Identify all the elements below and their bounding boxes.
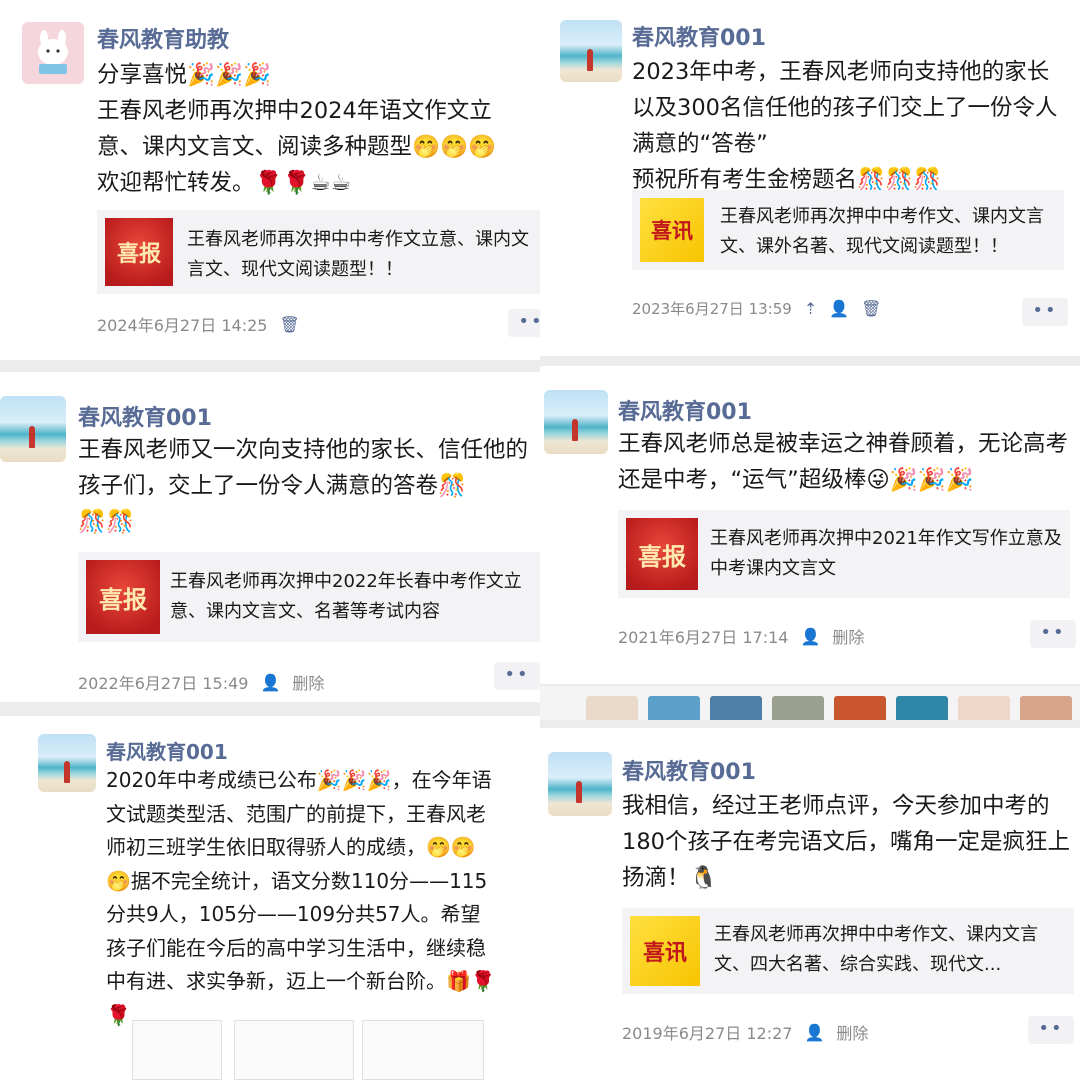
delete-icon[interactable]: 🗑 <box>861 299 881 318</box>
avatar[interactable] <box>544 390 608 454</box>
delete-link[interactable]: 删除 <box>832 624 864 648</box>
delete-icon[interactable]: 🗑 <box>279 315 299 334</box>
link-thumbnail: 喜讯 <box>640 198 704 262</box>
moment-post-2023: 春风教育001 2023年中考，王春风老师向支持他的家长以及300名信任他的孩子… <box>540 0 1080 356</box>
link-title: 王春风老师再次押中中考作文、课内文言文、四大名著、综合实践、现代文... <box>714 924 1038 975</box>
moment-post-2024: 春风教育助教 分享喜悦🎉🎉🎉 王春风老师再次押中2024年语文作文立意、课内文言… <box>0 0 540 360</box>
post-meta: 2019年6月27日 12:27 👤 删除 <box>622 1020 868 1044</box>
moment-post-2020: 春风教育001 2020年中考成绩已公布🎉🎉🎉，在今年语文试题类型活、范围广的前… <box>0 716 540 1080</box>
post-meta: 2023年6月27日 13:59 ⇡ 👤 🗑 <box>632 298 881 319</box>
photo-thumb[interactable] <box>586 696 638 720</box>
delete-link[interactable]: 删除 <box>836 1020 868 1044</box>
post-text: 2023年中考，王春风老师向支持他的家长以及300名信任他的孩子们交上了一份令人… <box>632 59 1058 193</box>
post-time: 2022年6月27日 15:49 <box>78 674 249 693</box>
photo-thumb[interactable] <box>958 696 1010 720</box>
link-thumbnail: 喜报 <box>626 518 698 590</box>
more-button[interactable]: •• <box>1028 1016 1074 1044</box>
post-text: 我相信，经过王老师点评，今天参加中考的180个孩子在考完语文后，嘴角一定是疯狂上… <box>622 793 1070 891</box>
delete-link[interactable]: 删除 <box>292 670 324 694</box>
link-thumbnail: 喜讯 <box>630 916 700 986</box>
author-name[interactable]: 春风教育001 <box>78 400 212 432</box>
score-sheet-image[interactable] <box>234 1020 354 1080</box>
pin-icon[interactable]: ⇡ <box>804 299 817 318</box>
post-meta: 2024年6月27日 14:25 🗑 <box>97 312 300 336</box>
link-card[interactable]: 喜讯 王春风老师再次押中中考作文、课内文言文、课外名著、现代文阅读题型！！ <box>632 190 1064 270</box>
post-text: 王春风老师又一次向支持他的家长、信任他的孩子们，交上了一份令人满意的答卷🎊 🎊🎊 <box>78 437 529 535</box>
link-title: 王春风老师再次押中中考作文、课内文言文、课外名著、现代文阅读题型！！ <box>720 206 1044 257</box>
post-time: 2024年6月27日 14:25 <box>97 316 268 335</box>
link-thumbnail: 喜报 <box>86 560 160 634</box>
bunny-avatar-icon <box>38 30 68 74</box>
avatar[interactable] <box>0 396 66 462</box>
photo-thumb[interactable] <box>834 696 886 720</box>
photo-thumb[interactable] <box>648 696 700 720</box>
photo-thumb[interactable] <box>1020 696 1072 720</box>
link-title: 王春风老师再次押中中考作文立意、课内文言文、现代文阅读题型！！ <box>187 229 529 280</box>
avatar[interactable] <box>22 22 84 84</box>
people-icon[interactable]: 👤 <box>800 627 820 646</box>
post-time: 2023年6月27日 13:59 <box>632 300 792 318</box>
post-time: 2021年6月27日 17:14 <box>618 628 789 647</box>
more-button[interactable]: •• <box>1022 298 1068 326</box>
avatar[interactable] <box>548 752 612 816</box>
post-time: 2019年6月27日 12:27 <box>622 1024 793 1043</box>
moment-post-2019: 春风教育001 我相信，经过王老师点评，今天参加中考的180个孩子在考完语文后，… <box>540 728 1080 1080</box>
photo-thumb[interactable] <box>896 696 948 720</box>
author-name[interactable]: 春风教育001 <box>622 754 756 786</box>
moment-post-2022: 春风教育001 王春风老师又一次向支持他的家长、信任他的孩子们，交上了一份令人满… <box>0 372 540 702</box>
score-sheet-image[interactable] <box>132 1020 222 1080</box>
link-title: 王春风老师再次押中2022年长春中考作文立意、课内文言文、名著等考试内容 <box>170 571 522 622</box>
link-card[interactable]: 喜报 王春风老师再次押中2022年长春中考作文立意、课内文言文、名著等考试内容 <box>78 552 540 642</box>
photo-strip <box>540 686 1080 720</box>
author-name[interactable]: 春风教育001 <box>618 394 752 426</box>
avatar[interactable] <box>38 734 96 792</box>
link-title: 王春风老师再次押中2021年作文写作立意及中考课内文言文 <box>710 528 1062 579</box>
more-button[interactable]: •• <box>508 309 540 337</box>
avatar[interactable] <box>560 20 622 82</box>
score-sheet-image[interactable] <box>362 1020 484 1080</box>
people-icon[interactable]: 👤 <box>829 299 849 318</box>
post-meta: 2022年6月27日 15:49 👤 删除 <box>78 670 324 694</box>
author-name[interactable]: 春风教育助教 <box>97 22 229 54</box>
link-card[interactable]: 喜报 王春风老师再次押中2021年作文写作立意及中考课内文言文 <box>618 510 1070 598</box>
photo-thumb[interactable] <box>710 696 762 720</box>
more-button[interactable]: •• <box>1030 620 1076 648</box>
more-button[interactable]: •• <box>494 662 540 690</box>
photo-thumb[interactable] <box>772 696 824 720</box>
post-meta: 2021年6月27日 17:14 👤 删除 <box>618 624 864 648</box>
link-card[interactable]: 喜讯 王春风老师再次押中中考作文、课内文言文、四大名著、综合实践、现代文... <box>622 908 1074 994</box>
link-thumbnail: 喜报 <box>105 218 173 286</box>
people-icon[interactable]: 👤 <box>260 673 280 692</box>
moment-post-2021: 春风教育001 王春风老师总是被幸运之神眷顾着，无论高考还是中考，“运气”超级棒… <box>540 366 1080 684</box>
author-name[interactable]: 春风教育001 <box>106 736 228 765</box>
people-icon[interactable]: 👤 <box>804 1023 824 1042</box>
author-name[interactable]: 春风教育001 <box>632 20 766 52</box>
post-text: 分享喜悦🎉🎉🎉 王春风老师再次押中2024年语文作文立意、课内文言文、阅读多种题… <box>97 62 497 196</box>
post-text: 王春风老师总是被幸运之神眷顾着，无论高考还是中考，“运气”超级棒😜🎉🎉🎉 <box>618 431 1069 493</box>
link-card[interactable]: 喜报 王春风老师再次押中中考作文立意、课内文言文、现代文阅读题型！！ <box>97 210 540 294</box>
post-text: 2020年中考成绩已公布🎉🎉🎉，在今年语文试题类型活、范围广的前提下，王春风老师… <box>106 768 496 1027</box>
